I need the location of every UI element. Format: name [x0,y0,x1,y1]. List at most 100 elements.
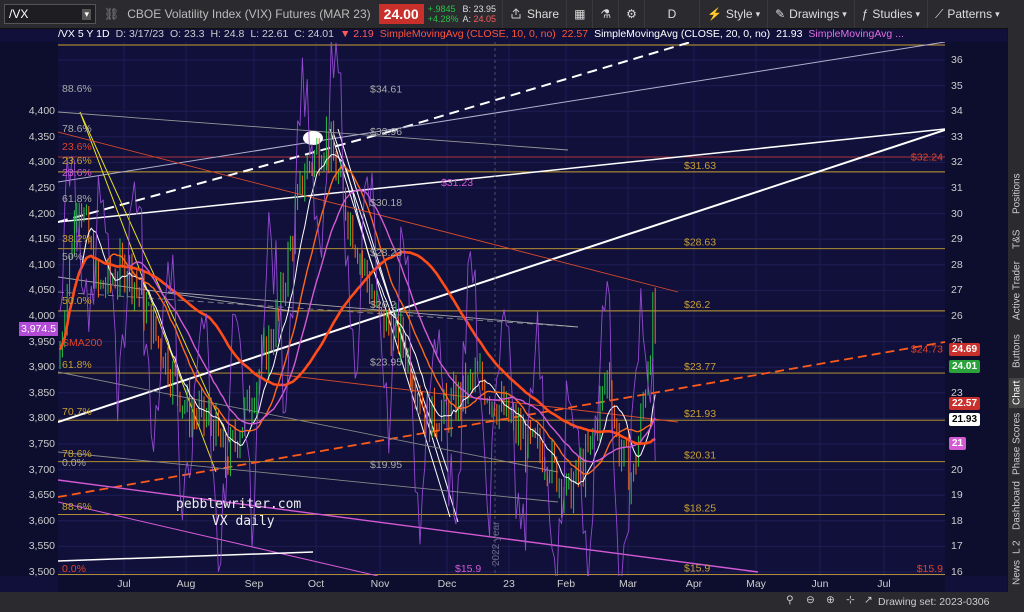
info-sma10[interactable]: SimpleMovingAvg (CLOSE, 10, 0, no) [380,28,556,41]
left-axis-tick: 3,550 [28,540,55,553]
left-axis-tick: 3,500 [28,566,55,578]
style-button[interactable]: ⚡ Style ▾ [698,0,767,28]
info-close: C: 24.01 [294,28,334,40]
right-axis-price-tag: 21.93 [949,413,981,427]
right-axis-tick: 18 [951,514,963,527]
channel-line [58,128,945,223]
drawing-set-label[interactable]: Drawing set: 2023-0306 [878,596,990,608]
magenta-level-label: $31.23 [441,177,473,189]
chevron-down-icon: ▾ [755,8,761,19]
gear-icon: ⚙ [626,7,637,21]
zoom-out-icon[interactable]: ⊖ [806,594,815,606]
left-axis-tick: 3,950 [28,335,55,348]
share-icon [511,8,521,19]
right-axis-tick: 26 [951,310,963,322]
fan-level-label: $32.96 [370,126,402,138]
left-axis-tick: 3,900 [28,361,55,374]
fib-pct-label: 70.7% [62,406,92,418]
sidebar-tab-buttons[interactable]: Buttons [1009,328,1024,374]
time-axis[interactable]: Jul Aug Sep Oct Nov Dec 23 Feb Mar Apr May Jun Jul [58,576,945,592]
fib-level-label: $28.63 [684,237,716,249]
info-sma10-value: 22.57 [561,28,589,40]
fib-pct-label: 61.8% [62,193,92,205]
symbol-text: /VX [9,7,29,21]
interval-button[interactable]: D [643,0,699,28]
bottom-bar: Drawing set: 2023-0306 ⚲ ⊖ ⊕ ⊹ ↗ [0,592,1024,612]
left-price-axis[interactable]: 4,400 4,350 4,300 4,250 4,200 4,150 4,100 4,050… [0,42,58,578]
price-chart[interactable]: $31.63 $28.63 $26.2 $23.77 $21.93 $20.31 $18.2… [58,42,945,576]
right-sidebar: News L 2 Dashboard Phase Scores Chart Buttons… [1007,28,1024,592]
sidebar-tab-chart[interactable]: Chart [1009,378,1024,408]
red-level-label: $32.24 [911,151,943,163]
watermark-title: VX daily [212,514,275,529]
left-axis-tick: 3,800 [28,412,55,425]
sidebar-tab-active-trader[interactable]: Active Trader [1009,258,1024,324]
cursor-icon[interactable]: ↗ [864,594,873,606]
fib-pct-label: 23.6% [62,167,92,179]
right-axis-tick: 36 [951,54,963,66]
share-label: Share [527,7,560,21]
grid-icon: ▦ [574,7,586,21]
fib-pct-label: 50.0% [62,295,92,307]
chevron-down-icon: ▾ [995,8,1000,19]
bid-ask: B: 23.95 A: 24.05 [462,4,497,24]
sidebar-tab-phase-scores[interactable]: Phase Scores [1009,412,1024,476]
right-axis-tick: 32 [951,156,963,169]
time-axis-tick: 23 [503,578,515,590]
patterns-label: Patterns [947,7,993,21]
info-sma20[interactable]: SimpleMovingAvg (CLOSE, 20, 0, no) [594,28,770,41]
sidebar-tab-news[interactable]: News [1009,560,1024,585]
time-axis-tick: Jun [811,578,829,590]
flask-icon: ⚗ [600,7,612,21]
time-axis-tick: Aug [176,578,196,590]
fan-line [58,291,579,328]
left-axis-tick: 3,850 [28,386,55,399]
flask-button[interactable]: ⚗ [592,0,618,28]
fib-level-label: $15.9 [684,563,710,575]
fan-level-label: $30.18 [370,197,402,209]
symbol-dropdown-icon[interactable]: ▾ [82,8,91,20]
patterns-button[interactable]: ⟋ Patterns ▾ [926,0,1007,28]
studies-button[interactable]: ƒ Studies ▾ [853,0,927,28]
info-sma-more[interactable]: SimpleMovingAvg ... [808,28,904,41]
right-axis-price-tag: 21 [949,437,967,450]
sidebar-tab-l-2[interactable]: L 2 [1009,536,1024,558]
right-axis-tick: 27 [951,284,963,297]
change-pct: +4.28% [427,14,459,24]
drawings-label: Drawings [789,7,840,21]
year-divider-label: 2022 year [491,521,502,566]
fan-level-label: $26.2 [370,299,396,311]
right-axis-tick: 33 [951,130,963,143]
drawings-button[interactable]: ✎ Drawings ▾ [767,0,854,28]
fib-level-label: $21.93 [684,408,716,420]
search-icon[interactable]: ⚲ [786,594,794,606]
sidebar-tab-dashboard[interactable]: Dashboard [1009,480,1024,532]
info-high: H: 24.8 [210,28,245,40]
grid-button[interactable]: ▦ [566,0,592,28]
instrument-title: CBOE Volatility Index (VIX) Futures (MAR… [127,7,371,21]
share-button[interactable]: Share [502,0,566,28]
left-axis-tick: 4,150 [28,233,55,246]
trendline-drawings [58,42,945,576]
sidebar-tab-positions[interactable]: Positions [1009,168,1024,220]
right-axis-tick: 35 [951,79,963,92]
time-axis-tick: Apr [685,578,703,590]
crosshair-icon[interactable]: ⊹ [846,594,855,606]
change-abs: +.9845 [427,4,456,14]
channel-line [58,42,945,183]
ask-value: 24.05 [473,14,497,24]
sidebar-tab-t-s[interactable]: T&S [1009,224,1024,254]
time-axis-tick: Jul [117,578,131,590]
link-icon[interactable]: ⛓ [104,7,119,21]
left-axis-tick: 4,100 [28,258,55,271]
last-price: 24.00 [378,4,424,24]
trend-dashed-line [58,341,945,498]
settings-button[interactable]: ⚙ [618,0,644,28]
studies-icon: ƒ [861,7,869,21]
zoom-in-icon[interactable]: ⊕ [826,594,835,606]
time-axis-tick: Jul [877,578,891,590]
time-axis-tick: Nov [370,578,390,590]
symbol-input[interactable]: /VX ▾ [4,4,96,24]
red-level-label: $24.73 [911,344,943,356]
right-price-axis[interactable]: 3635343332313029282726252423222120191817… [945,42,1007,578]
